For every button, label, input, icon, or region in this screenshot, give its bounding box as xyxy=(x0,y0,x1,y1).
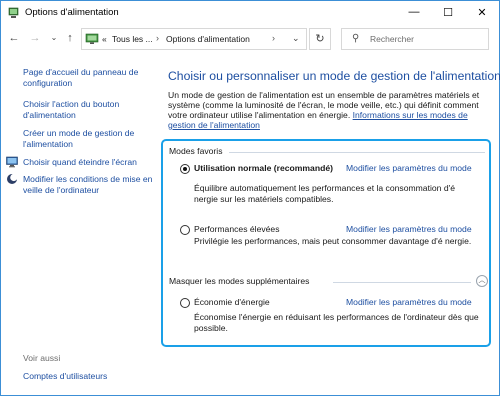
power-options-app-icon xyxy=(8,7,19,18)
power-options-window: Options d'alimentation — ☐ ✕ ← → ⌄ ↑ « T… xyxy=(0,0,500,396)
see-also-heading: Voir aussi xyxy=(23,353,61,363)
edit-plan-link-high-performance[interactable]: Modifier les paramètres du mode xyxy=(346,224,472,234)
hidden-plans-group-label[interactable]: Masquer les modes supplémentaires xyxy=(169,276,309,286)
breadcrumb-chevron-icon[interactable]: › xyxy=(156,33,159,43)
page-title: Choisir ou personnaliser un mode de gest… xyxy=(168,69,500,83)
breadcrumb-all-items[interactable]: Tous les ... xyxy=(112,34,153,44)
search-icon: ⚲ xyxy=(352,33,360,44)
monitor-icon xyxy=(6,156,18,168)
address-bar[interactable]: « Tous les ... › Options d'alimentation … xyxy=(81,28,307,50)
plan-radio-power-saver[interactable] xyxy=(180,298,190,308)
forward-arrow-icon[interactable]: → xyxy=(28,31,42,45)
intro-paragraph: Un mode de gestion de l'alimentation est… xyxy=(168,90,488,130)
breadcrumb-power-options[interactable]: Options d'alimentation xyxy=(166,34,250,44)
favorites-group-label: Modes favoris xyxy=(169,146,223,156)
plan-radio-balanced[interactable] xyxy=(180,164,190,174)
edit-plan-link-power-saver[interactable]: Modifier les paramètres du mode xyxy=(346,297,472,307)
plan-desc-high-performance: Privilégie les performances, mais peut c… xyxy=(194,236,472,246)
address-overflow[interactable]: « xyxy=(102,34,107,44)
sidebar-link-sleep-settings[interactable]: Modifier les conditions de mise en veill… xyxy=(23,174,157,195)
sidebar-link-display-off-time[interactable]: Choisir quand éteindre l'écran xyxy=(23,157,157,168)
refresh-icon[interactable]: ↻ xyxy=(309,28,331,50)
power-plans-panel: Modes favoris Utilisation normale (recom… xyxy=(161,139,491,347)
maximize-button[interactable]: ☐ xyxy=(431,1,465,23)
favorites-divider xyxy=(229,152,485,153)
back-arrow-icon[interactable]: ← xyxy=(7,31,21,45)
sidebar-link-power-button-action[interactable]: Choisir l'action du bouton d'alimentatio… xyxy=(23,99,157,120)
breadcrumb-chevron-icon[interactable]: › xyxy=(272,33,275,43)
sidebar: Page d'accueil du panneau de configurati… xyxy=(1,53,161,395)
collapse-chevron-icon[interactable]: ︿ xyxy=(476,275,488,287)
sidebar-link-create-power-plan[interactable]: Créer un mode de gestion de l'alimentati… xyxy=(23,128,157,149)
navigation-bar: ← → ⌄ ↑ « Tous les ... › Options d'alime… xyxy=(1,25,499,53)
minimize-button[interactable]: — xyxy=(397,1,431,23)
sidebar-link-control-panel-home[interactable]: Page d'accueil du panneau de configurati… xyxy=(23,67,157,88)
sidebar-link-user-accounts[interactable]: Comptes d'utilisateurs xyxy=(23,371,157,382)
search-placeholder[interactable]: Rechercher xyxy=(370,34,414,44)
plan-name-balanced[interactable]: Utilisation normale (recommandé) xyxy=(194,163,333,173)
edit-plan-link-balanced[interactable]: Modifier les paramètres du mode xyxy=(346,163,472,173)
plan-desc-balanced: Équilibre automatiquement les performanc… xyxy=(194,183,456,204)
search-box[interactable]: ⚲ Rechercher xyxy=(341,28,489,50)
hidden-plans-divider xyxy=(333,282,471,283)
plan-desc-power-saver: Économise l'énergie en réduisant les per… xyxy=(194,312,479,333)
plan-name-power-saver[interactable]: Économie d'énergie xyxy=(194,297,270,307)
control-panel-icon xyxy=(85,33,99,44)
plan-radio-high-performance[interactable] xyxy=(180,225,190,235)
window-title: Options d'alimentation xyxy=(25,7,119,18)
plan-name-high-performance[interactable]: Performances élevées xyxy=(194,224,280,234)
title-bar: Options d'alimentation — ☐ ✕ xyxy=(1,1,499,25)
close-button[interactable]: ✕ xyxy=(465,1,499,23)
address-dropdown-chevron-icon[interactable]: ⌄ xyxy=(292,33,300,44)
up-arrow-icon[interactable]: ↑ xyxy=(63,31,77,45)
recent-locations-chevron-icon[interactable]: ⌄ xyxy=(47,31,61,45)
moon-icon xyxy=(7,173,18,184)
